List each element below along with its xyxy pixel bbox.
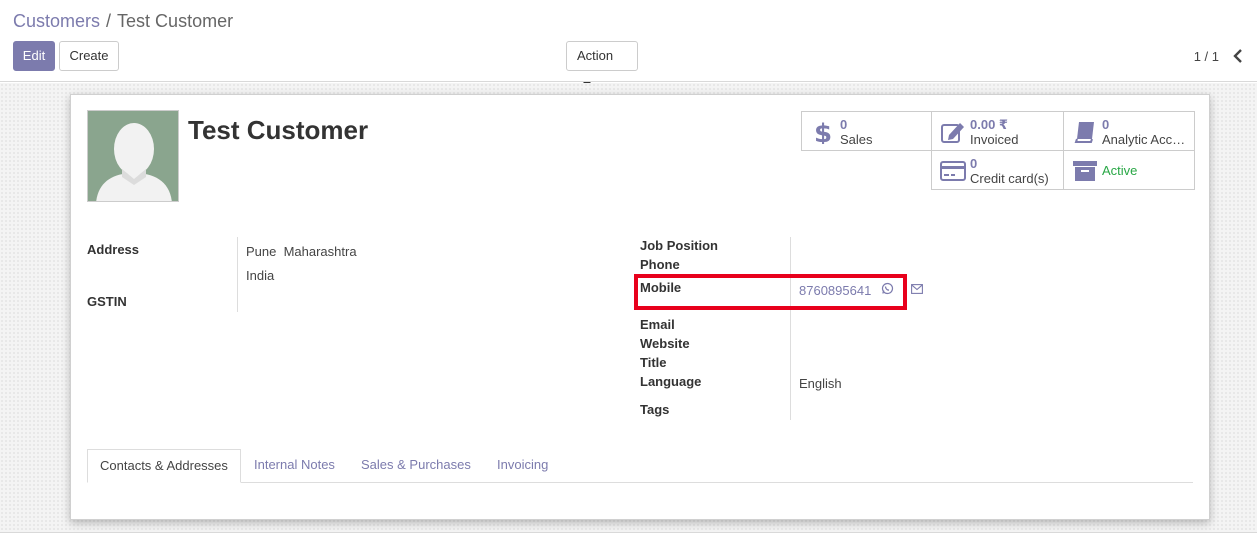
avatar[interactable] <box>87 110 179 202</box>
language-value[interactable]: English <box>799 376 842 391</box>
sales-label: Sales <box>840 132 873 147</box>
breadcrumb: Customers / Test Customer <box>13 11 233 32</box>
right-group-divider <box>790 237 791 420</box>
invoiced-smart-button[interactable]: 0.00 ₹ Invoiced <box>931 111 1064 151</box>
notebook-tabs: Contacts & Addresses Internal Notes Sale… <box>87 449 1193 483</box>
customer-name: Test Customer <box>188 115 369 145</box>
website-label: Website <box>640 336 690 351</box>
analytic-label: Analytic Acc… <box>1102 132 1186 147</box>
address-line-country: India <box>246 268 275 283</box>
analytic-accounts-smart-button[interactable]: 0 Analytic Acc… <box>1063 111 1195 151</box>
tab-sales-purchases[interactable]: Sales & Purchases <box>349 449 483 483</box>
edit-button[interactable]: Edit <box>13 41 55 71</box>
credit-cards-label: Credit card(s) <box>970 171 1049 186</box>
tab-invoicing[interactable]: Invoicing <box>485 449 560 483</box>
gstin-label: GSTIN <box>87 294 127 309</box>
credit-card-icon <box>940 161 966 181</box>
email-label: Email <box>640 317 675 332</box>
credit-cards-count: 0 <box>970 156 978 171</box>
job-position-label: Job Position <box>640 238 718 253</box>
avatar-placeholder-icon <box>96 123 172 201</box>
pager-value[interactable]: 1 / 1 <box>1194 49 1219 64</box>
mobile-highlight-box <box>634 274 907 310</box>
invoiced-amount: 0.00 ₹ <box>970 117 1008 132</box>
pencil-square-icon <box>941 123 964 143</box>
sales-smart-button[interactable]: $ 0 Sales <box>801 111 932 151</box>
tags-label: Tags <box>640 402 670 417</box>
tab-internal-notes[interactable]: Internal Notes <box>242 449 347 483</box>
control-panel: Customers / Test Customer Edit Create Acti… <box>0 0 1257 86</box>
analytic-count: 0 <box>1102 117 1110 132</box>
left-group-divider <box>237 237 238 312</box>
active-toggle-smart-button[interactable]: Active <box>1063 150 1195 190</box>
chevron-left-icon[interactable] <box>1231 46 1245 66</box>
sales-count: 0 <box>840 117 848 132</box>
phone-label: Phone <box>640 257 680 272</box>
book-icon <box>1074 122 1094 143</box>
action-label: Action <box>577 48 614 63</box>
title-label: Title <box>640 355 667 370</box>
svg-text:$: $ <box>814 120 832 144</box>
invoiced-label: Invoiced <box>970 132 1019 147</box>
active-status: Active <box>1102 163 1138 178</box>
language-label: Language <box>640 374 702 389</box>
tab-contacts-addresses[interactable]: Contacts & Addresses <box>87 449 241 483</box>
dollar-icon: $ <box>814 120 832 144</box>
address-line-city-state: Pune Maharashtra <box>246 244 357 259</box>
credit-cards-smart-button[interactable]: 0 Credit card(s) <box>931 150 1064 190</box>
action-dropdown-button[interactable]: Action <box>566 41 638 86</box>
form-sheet: Test Customer $ 0 Sales 0.00 ₹ Invoiced 0A… <box>70 94 1210 520</box>
breadcrumb-current: Test Customer <box>117 11 234 31</box>
breadcrumb-customers-link[interactable]: Customers <box>13 11 100 31</box>
archive-icon <box>1073 161 1097 181</box>
create-button[interactable]: Create <box>59 41 119 71</box>
envelope-icon[interactable] <box>911 284 923 294</box>
address-label: Address <box>87 242 140 257</box>
breadcrumb-separator: / <box>106 11 112 31</box>
